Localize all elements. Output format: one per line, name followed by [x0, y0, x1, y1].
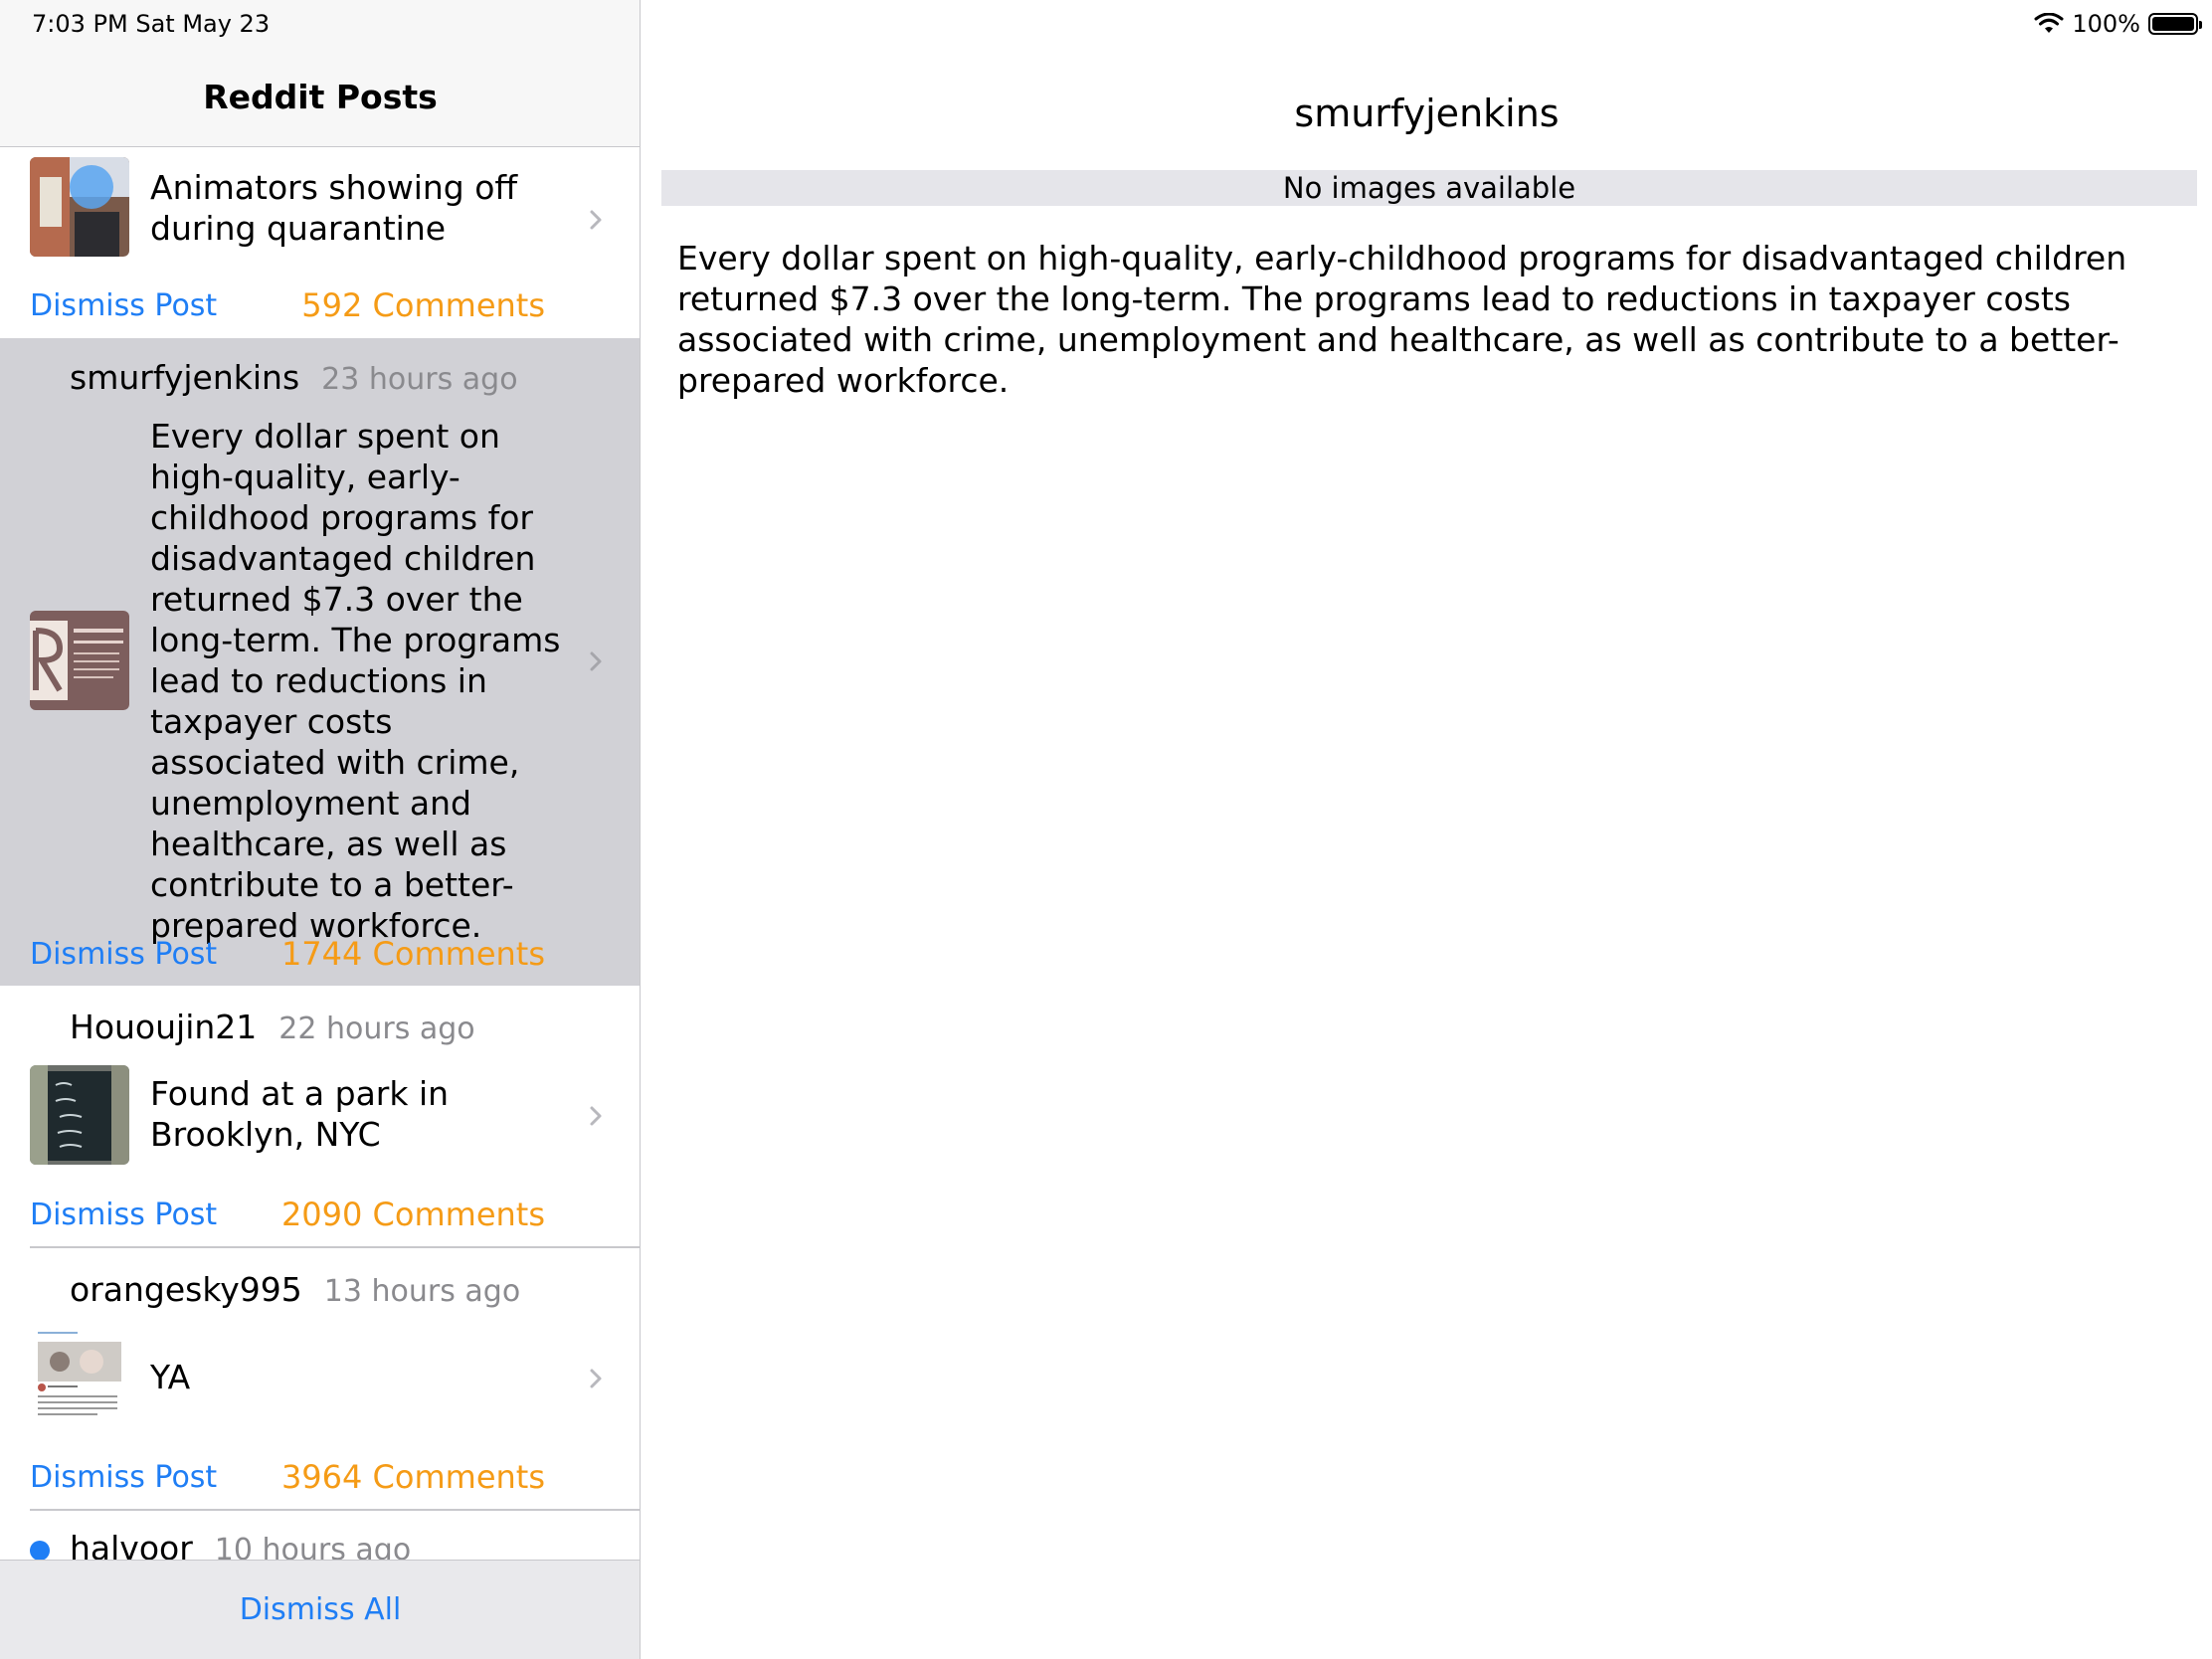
chevron-right-icon [590, 210, 602, 230]
chevron-right-icon [590, 1369, 602, 1388]
post-thumbnail [30, 157, 129, 257]
battery-icon [2148, 13, 2202, 35]
list-item[interactable]: Animators showing off during quarantine … [0, 147, 640, 338]
detail-author-title: smurfyjenkins [1294, 92, 1560, 135]
dismiss-post-button[interactable]: Dismiss Post [30, 288, 217, 323]
post-title: YA [150, 1358, 191, 1396]
dismiss-post-button[interactable]: Dismiss Post [30, 937, 217, 972]
detail-pane: smurfyjenkins No images available Every … [642, 0, 2212, 1659]
dismiss-post-button[interactable]: Dismiss Post [30, 1198, 217, 1232]
dismiss-post-button[interactable]: Dismiss Post [30, 1460, 217, 1495]
post-author: Hououjin21 [70, 1008, 258, 1046]
post-author: orangesky995 [70, 1270, 302, 1309]
post-meta: orangesky995 13 hours ago [70, 1270, 520, 1309]
battery-level [2152, 17, 2194, 31]
post-meta: smurfyjenkins 23 hours ago [70, 358, 518, 397]
post-thumbnail [30, 611, 129, 710]
page-title: Reddit Posts [203, 78, 438, 116]
no-images-banner: No images available [661, 170, 2197, 206]
post-time: 23 hours ago [321, 362, 518, 397]
unread-dot-icon [30, 1541, 50, 1561]
comments-count[interactable]: 1744 Comments [281, 935, 545, 973]
screen: Reddit Posts Animators showing off durin… [0, 0, 2212, 1659]
post-title: Every dollar spent on high-quality, earl… [150, 417, 561, 945]
chevron-right-icon [590, 651, 602, 671]
post-time: 13 hours ago [323, 1274, 521, 1309]
post-thumbnail [30, 1328, 129, 1427]
master-pane: Reddit Posts Animators showing off durin… [0, 0, 641, 1659]
bottom-toolbar: Dismiss All [0, 1560, 640, 1659]
post-thumbnail [30, 1065, 129, 1165]
list-item[interactable]: orangesky995 13 hours ago YA Dismiss Pos… [0, 1248, 640, 1511]
list-item[interactable]: Hououjin21 22 hours ago Found at a park … [0, 986, 640, 1248]
chevron-right-icon [590, 1106, 602, 1126]
post-meta: Hououjin21 22 hours ago [70, 1008, 475, 1046]
post-time: 22 hours ago [278, 1012, 475, 1046]
comments-count[interactable]: 2090 Comments [281, 1196, 545, 1233]
list-item[interactable]: smurfyjenkins 23 hours ago Every dollar … [0, 338, 640, 986]
post-title: Animators showing off during quarantine [150, 168, 518, 248]
dismiss-all-button[interactable]: Dismiss All [0, 1592, 640, 1627]
status-time: 7:03 PM Sat May 23 [32, 10, 271, 38]
battery-percent: 100% [2072, 10, 2140, 38]
detail-body-text: Every dollar spent on high-quality, earl… [677, 239, 2127, 400]
status-indicators: 100% [2034, 10, 2202, 38]
post-title: Found at a park in Brooklyn, NYC [150, 1074, 450, 1154]
wifi-icon [2034, 13, 2064, 33]
comments-count[interactable]: 3964 Comments [281, 1458, 545, 1496]
post-author: smurfyjenkins [70, 358, 300, 397]
comments-count[interactable]: 592 Comments [301, 286, 545, 324]
